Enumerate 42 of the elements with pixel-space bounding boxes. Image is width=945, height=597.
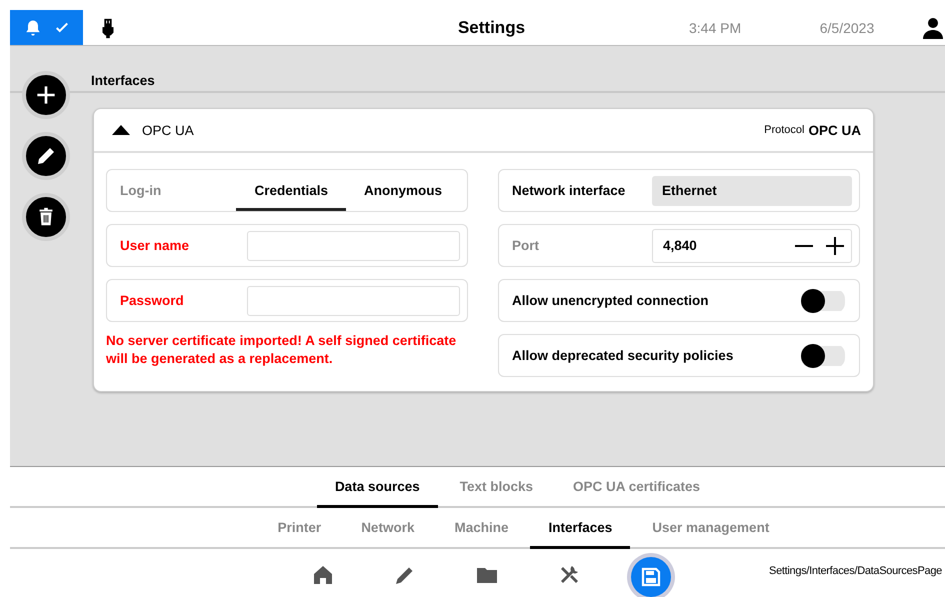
tab[interactable]: OPC UA certificates xyxy=(555,467,718,508)
toggle-label: Allow deprecated security policies xyxy=(512,348,734,364)
interface-name: OPC UA xyxy=(142,122,195,138)
section-title: Interfaces xyxy=(10,46,945,94)
toggle-switch[interactable] xyxy=(801,344,845,368)
tab[interactable]: Text blocks xyxy=(442,467,552,508)
login-label: Log-in xyxy=(120,183,162,198)
field-label: Network interface xyxy=(512,183,626,198)
notification-button[interactable] xyxy=(10,10,83,46)
tab[interactable]: Interfaces xyxy=(530,508,630,550)
login-option-tab[interactable]: Credentials xyxy=(236,173,346,212)
user-icon xyxy=(921,16,945,40)
protocol-label: Protocol xyxy=(764,124,804,136)
clock-time: 3:44 PM xyxy=(689,20,742,36)
tab[interactable]: Machine xyxy=(436,508,526,550)
nav-button[interactable] xyxy=(631,557,671,597)
warning-message: No server certificate imported! A self signed certificate will be generated as a replacement. xyxy=(106,332,458,368)
tab[interactable]: Network xyxy=(343,508,432,550)
edit-button[interactable] xyxy=(22,132,70,180)
input-field[interactable] xyxy=(247,286,460,316)
add-button[interactable] xyxy=(22,71,70,120)
field-label: Port xyxy=(512,238,540,254)
network-interface-select[interactable]: Ethernet xyxy=(652,176,852,206)
input-field[interactable] xyxy=(247,230,460,261)
tab[interactable]: Printer xyxy=(260,508,340,550)
minus-icon xyxy=(795,244,813,247)
protocol-value: OPC UA xyxy=(808,122,861,138)
page-title: Settings xyxy=(456,18,526,38)
tab[interactable]: User management xyxy=(634,508,788,550)
port-field[interactable]: 4,840 xyxy=(652,228,852,263)
triangle-up-icon[interactable] xyxy=(112,125,130,136)
delete-button[interactable] xyxy=(22,193,70,242)
current-date: 6/5/2023 xyxy=(818,20,876,36)
plus-icon xyxy=(825,236,845,256)
login-option-tab[interactable]: Anonymous xyxy=(346,173,460,212)
tab[interactable]: Data sources xyxy=(316,467,438,508)
field-label: Password xyxy=(120,293,185,308)
field-label: User name xyxy=(120,238,190,254)
toggle-label: Allow unencrypted connection xyxy=(512,293,710,308)
toggle-switch[interactable] xyxy=(801,288,845,313)
page-path: Settings/Interfaces/DataSourcesPage xyxy=(769,565,942,578)
user-button[interactable] xyxy=(921,16,945,40)
